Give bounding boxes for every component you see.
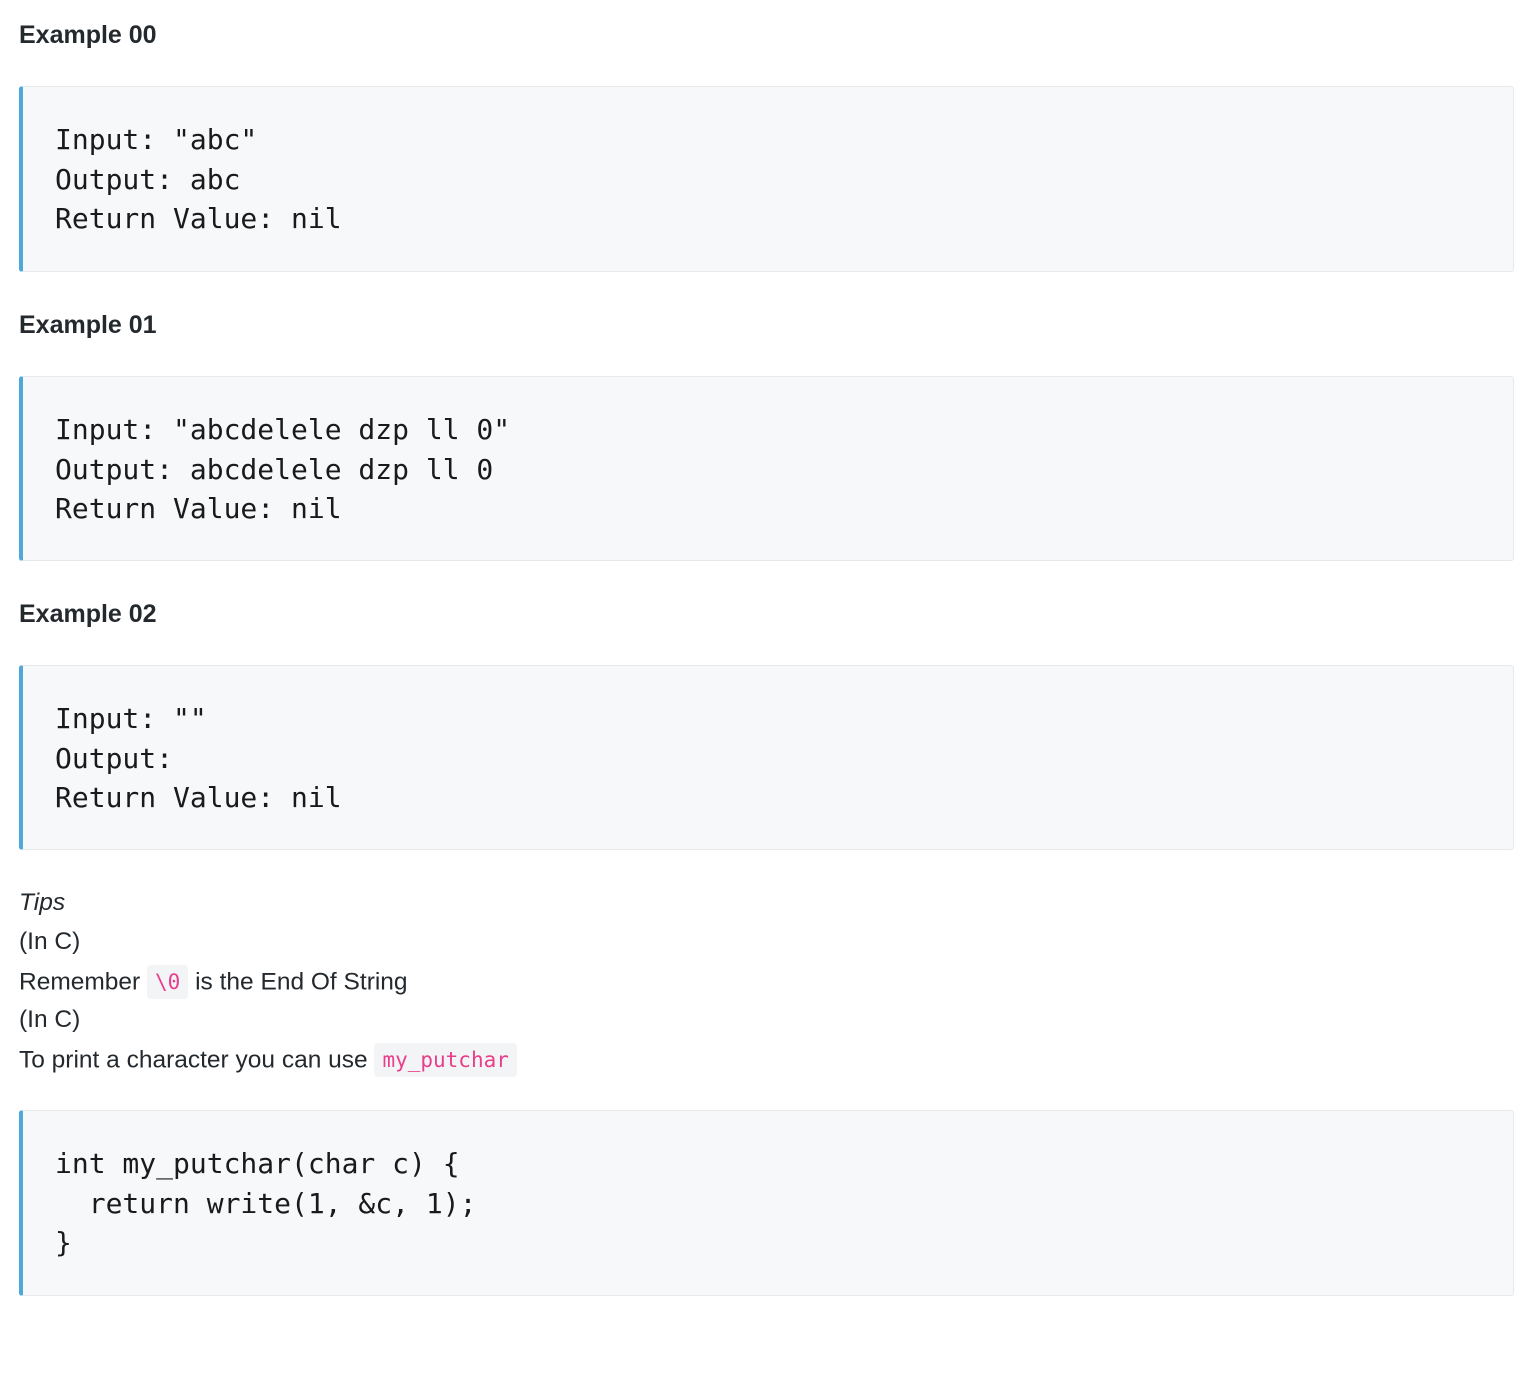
example-02-code-block: Input: "" Output: Return Value: nil (19, 665, 1514, 850)
example-00-heading: Example 00 (19, 21, 157, 49)
my-putchar-inline-code: my_putchar (374, 1043, 517, 1077)
example-02-code: Input: "" Output: Return Value: nil (55, 702, 342, 814)
example-00-code: Input: "abc" Output: abc Return Value: n… (55, 123, 342, 235)
tips-line-putchar: To print a character you can use my_putc… (19, 1043, 517, 1078)
example-02-heading: Example 02 (19, 600, 157, 628)
example-00-code-block: Input: "abc" Output: abc Return Value: n… (19, 86, 1514, 272)
my-putchar-code-block: int my_putchar(char c) { return write(1,… (19, 1110, 1514, 1296)
example-01-code: Input: "abcdelele dzp ll 0" Output: abcd… (55, 413, 511, 525)
tips-line-end-of-string: Remember \0 is the End Of String (19, 965, 408, 1000)
tips-line-in-c-2: (In C) (19, 1006, 81, 1033)
null-terminator-inline-code: \0 (147, 965, 189, 999)
example-01-heading: Example 01 (19, 311, 157, 339)
tips-line-in-c-1: (In C) (19, 928, 81, 955)
tips-title: Tips (19, 889, 66, 916)
example-01-code-block: Input: "abcdelele dzp ll 0" Output: abcd… (19, 376, 1514, 561)
tips-end-of-string-prefix: Remember (19, 968, 141, 996)
tips-end-of-string-suffix: is the End Of String (195, 968, 408, 996)
my-putchar-code: int my_putchar(char c) { return write(1,… (55, 1147, 477, 1259)
tips-putchar-prefix: To print a character you can use (19, 1046, 368, 1074)
